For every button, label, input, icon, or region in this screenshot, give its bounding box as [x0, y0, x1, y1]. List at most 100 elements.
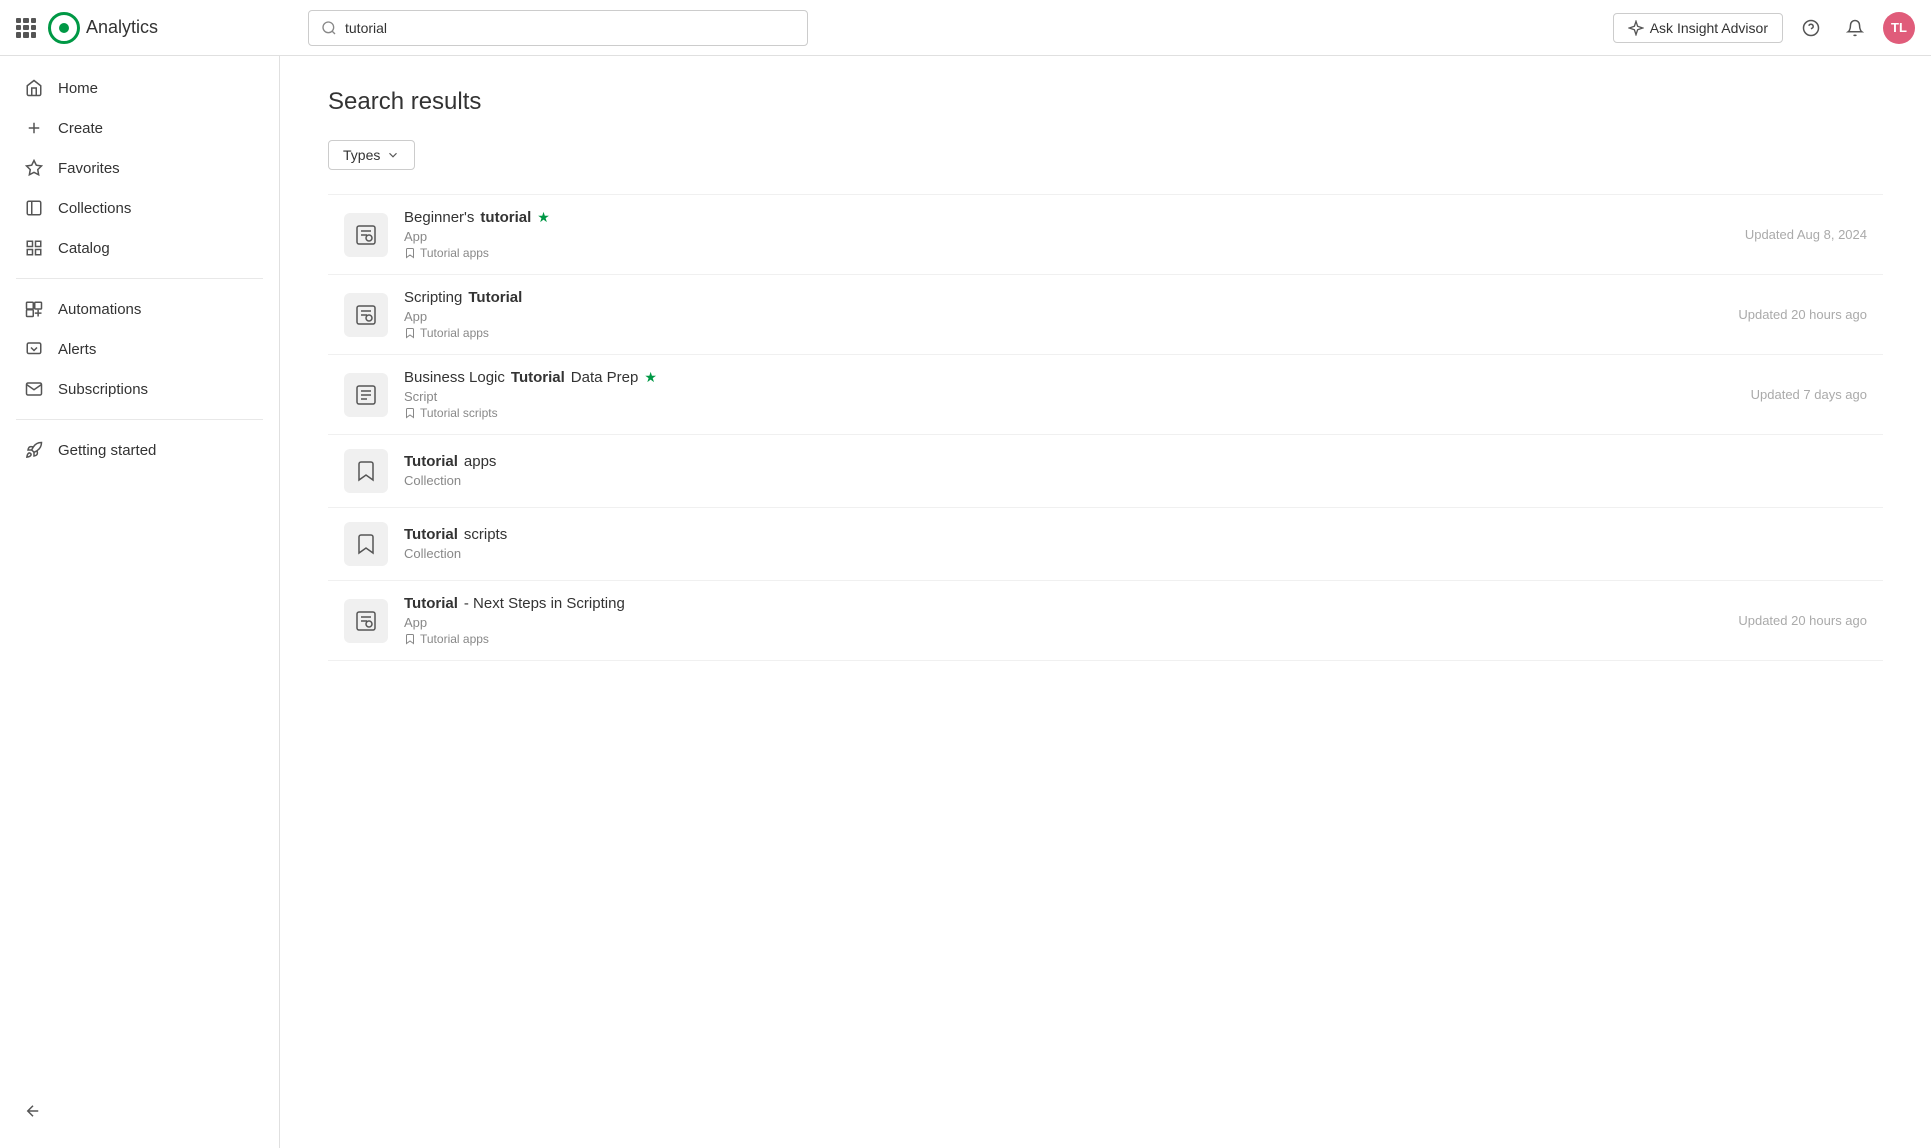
sidebar-item-subscriptions[interactable]: Subscriptions	[0, 369, 279, 409]
subscriptions-icon	[24, 379, 44, 399]
sidebar: Home Create Favorites Collections Catalo…	[0, 56, 280, 1148]
collection-icon	[404, 247, 416, 259]
bell-icon	[1846, 19, 1864, 37]
favorites-icon	[24, 158, 44, 178]
result-item-tutorial-next-steps[interactable]: Tutorial - Next Steps in Scripting App T…	[328, 581, 1883, 661]
sidebar-bottom	[0, 1086, 279, 1136]
result-icon-app	[344, 213, 388, 257]
result-body-6: Tutorial - Next Steps in Scripting App T…	[404, 595, 1722, 646]
create-icon	[24, 118, 44, 138]
favorites-label: Favorites	[58, 160, 120, 177]
sidebar-item-favorites[interactable]: Favorites	[0, 148, 279, 188]
page-title: Search results	[328, 88, 1883, 116]
catalog-icon	[24, 238, 44, 258]
alerts-icon	[24, 339, 44, 359]
result-date-6: Updated 20 hours ago	[1738, 613, 1867, 628]
notifications-button[interactable]	[1839, 12, 1871, 44]
collection-icon-2	[404, 327, 416, 339]
sidebar-divider-1	[16, 278, 263, 279]
subscriptions-label: Subscriptions	[58, 381, 148, 398]
starred-icon-3: ★	[644, 369, 657, 386]
collapse-sidebar-button[interactable]	[24, 1102, 255, 1120]
app-name: Analytics	[86, 17, 158, 38]
result-title-4: Tutorial apps	[404, 453, 1867, 470]
types-filter-button[interactable]: Types	[328, 140, 415, 170]
result-type-3: Script	[404, 389, 1735, 404]
result-type-4: Collection	[404, 473, 1867, 488]
result-collection-6: Tutorial apps	[404, 632, 1722, 646]
starred-icon: ★	[537, 209, 550, 226]
getting-started-icon	[24, 440, 44, 460]
help-icon	[1802, 19, 1820, 37]
collection-icon-6	[404, 633, 416, 645]
result-item-tutorial-scripts[interactable]: Tutorial scripts Collection	[328, 508, 1883, 581]
result-title: Beginner's tutorial ★	[404, 209, 1729, 226]
result-title-3: Business Logic Tutorial Data Prep ★	[404, 369, 1735, 386]
search-icon	[321, 20, 337, 36]
types-label: Types	[343, 147, 380, 163]
sidebar-item-home[interactable]: Home	[0, 68, 279, 108]
sidebar-item-collections[interactable]: Collections	[0, 188, 279, 228]
result-body-2: Scripting Tutorial App Tutorial apps	[404, 289, 1722, 340]
getting-started-label: Getting started	[58, 442, 156, 459]
user-avatar[interactable]: TL	[1883, 12, 1915, 44]
result-icon-collection	[344, 449, 388, 493]
sidebar-item-automations[interactable]: Automations	[0, 289, 279, 329]
automations-icon	[24, 299, 44, 319]
result-item-tutorial-apps[interactable]: Tutorial apps Collection	[328, 435, 1883, 508]
result-body-5: Tutorial scripts Collection	[404, 526, 1867, 563]
result-item-beginners-tutorial[interactable]: Beginner's tutorial ★ App Tutorial apps …	[328, 194, 1883, 275]
help-button[interactable]	[1795, 12, 1827, 44]
catalog-label: Catalog	[58, 240, 110, 257]
main-content: Search results Types Beginner's tutorial…	[280, 56, 1931, 1148]
home-icon	[24, 78, 44, 98]
collections-icon	[24, 198, 44, 218]
sidebar-item-create[interactable]: Create	[0, 108, 279, 148]
search-bar[interactable]	[308, 10, 808, 46]
result-title-6: Tutorial - Next Steps in Scripting	[404, 595, 1722, 612]
result-collection-2: Tutorial apps	[404, 326, 1722, 340]
result-date: Updated Aug 8, 2024	[1745, 227, 1867, 242]
result-icon-app-3	[344, 599, 388, 643]
sidebar-item-catalog[interactable]: Catalog	[0, 228, 279, 268]
result-type-2: App	[404, 309, 1722, 324]
result-type-5: Collection	[404, 546, 1867, 561]
result-icon-collection-2	[344, 522, 388, 566]
result-item-business-logic[interactable]: Business Logic Tutorial Data Prep ★ Scri…	[328, 355, 1883, 435]
create-label: Create	[58, 120, 103, 137]
topbar-right: Ask Insight Advisor TL	[1613, 12, 1915, 44]
chevron-down-icon	[386, 148, 400, 162]
sparkle-icon	[1628, 20, 1644, 36]
topbar-left: Analytics	[16, 12, 296, 44]
result-icon-app-2	[344, 293, 388, 337]
insight-label: Ask Insight Advisor	[1650, 20, 1768, 36]
result-item-scripting-tutorial[interactable]: Scripting Tutorial App Tutorial apps Upd…	[328, 275, 1883, 355]
result-collection: Tutorial apps	[404, 246, 1729, 260]
results-list: Beginner's tutorial ★ App Tutorial apps …	[328, 194, 1883, 661]
collection-icon-3	[404, 407, 416, 419]
collapse-icon	[24, 1102, 42, 1120]
result-title-2: Scripting Tutorial	[404, 289, 1722, 306]
result-collection-3: Tutorial scripts	[404, 406, 1735, 420]
result-body: Beginner's tutorial ★ App Tutorial apps	[404, 209, 1729, 260]
qlik-logo: Analytics	[48, 12, 158, 44]
topbar: Analytics Ask Insight Advisor TL	[0, 0, 1931, 56]
qlik-circle-icon	[48, 12, 80, 44]
search-input[interactable]	[345, 20, 795, 36]
result-body-4: Tutorial apps Collection	[404, 453, 1867, 490]
result-icon-script	[344, 373, 388, 417]
sidebar-item-alerts[interactable]: Alerts	[0, 329, 279, 369]
grid-menu-icon[interactable]	[16, 18, 36, 38]
home-label: Home	[58, 80, 98, 97]
sidebar-divider-2	[16, 419, 263, 420]
result-body-3: Business Logic Tutorial Data Prep ★ Scri…	[404, 369, 1735, 420]
automations-label: Automations	[58, 301, 141, 318]
collections-label: Collections	[58, 200, 131, 217]
insight-advisor-button[interactable]: Ask Insight Advisor	[1613, 13, 1783, 43]
result-title-5: Tutorial scripts	[404, 526, 1867, 543]
sidebar-item-getting-started[interactable]: Getting started	[0, 430, 279, 470]
result-date-2: Updated 20 hours ago	[1738, 307, 1867, 322]
alerts-label: Alerts	[58, 341, 96, 358]
result-date-3: Updated 7 days ago	[1751, 387, 1867, 402]
result-type-6: App	[404, 615, 1722, 630]
